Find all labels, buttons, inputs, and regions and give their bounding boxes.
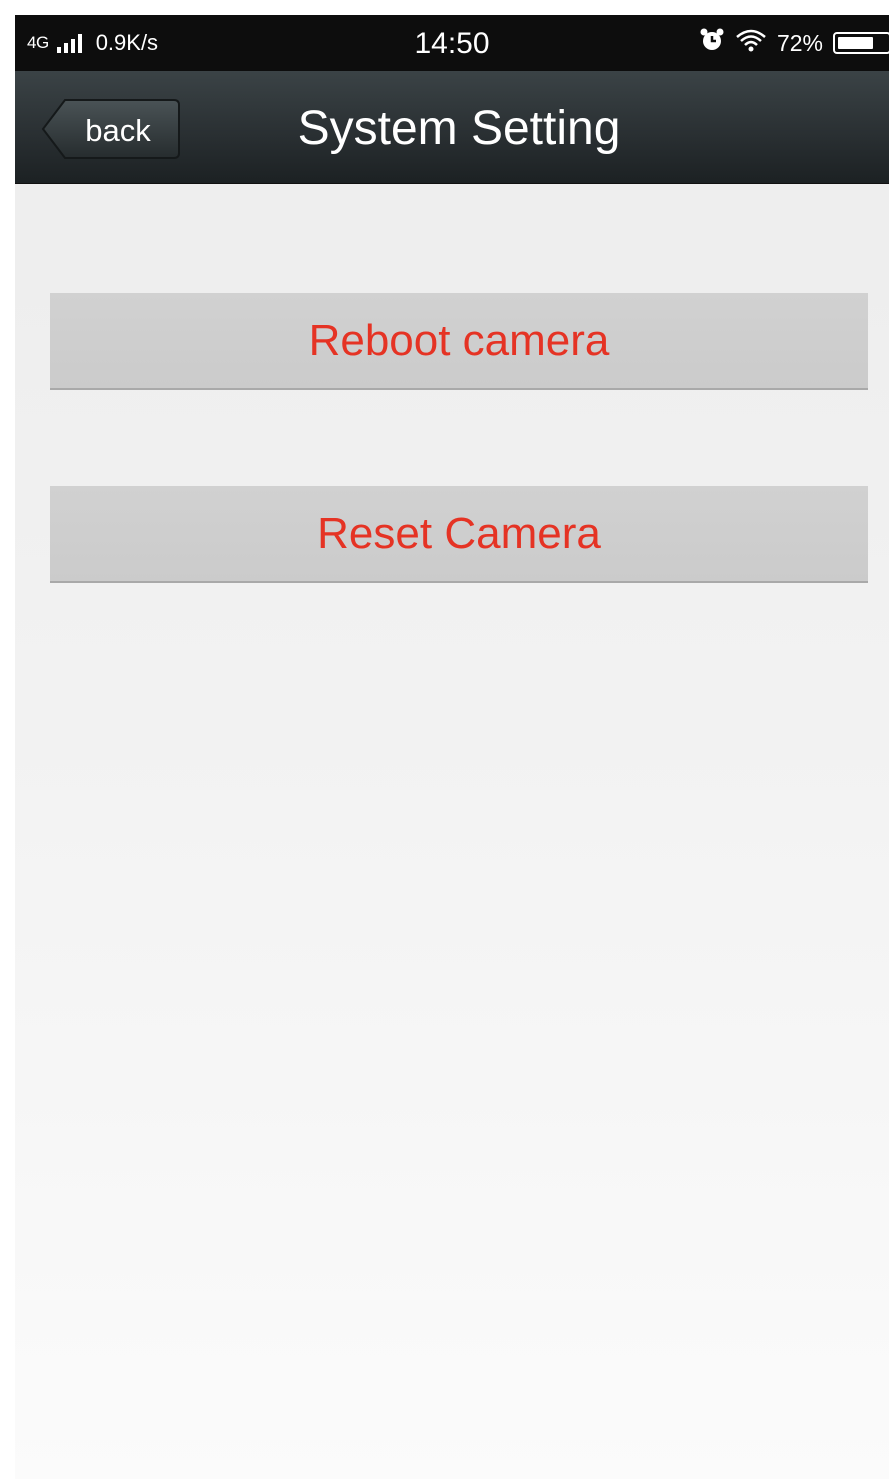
page-title: System Setting (297, 102, 621, 155)
reboot-camera-button[interactable]: Reboot camera (50, 293, 868, 390)
navigation-bar: back System Setting (15, 71, 889, 184)
app-screen: 4G 0.9K/s 14:50 72% back System Setting … (15, 15, 889, 1479)
battery-fill (838, 37, 873, 49)
reboot-camera-label: Reboot camera (308, 315, 610, 365)
battery-icon (833, 32, 889, 54)
status-right-group: 72% (699, 27, 889, 59)
wifi-icon (735, 27, 767, 59)
alarm-clock-icon (699, 27, 725, 59)
status-bar: 4G 0.9K/s 14:50 72% (15, 15, 889, 71)
reset-camera-label: Reset Camera (317, 508, 601, 558)
battery-percent: 72% (776, 29, 823, 56)
reset-camera-button[interactable]: Reset Camera (50, 486, 868, 583)
